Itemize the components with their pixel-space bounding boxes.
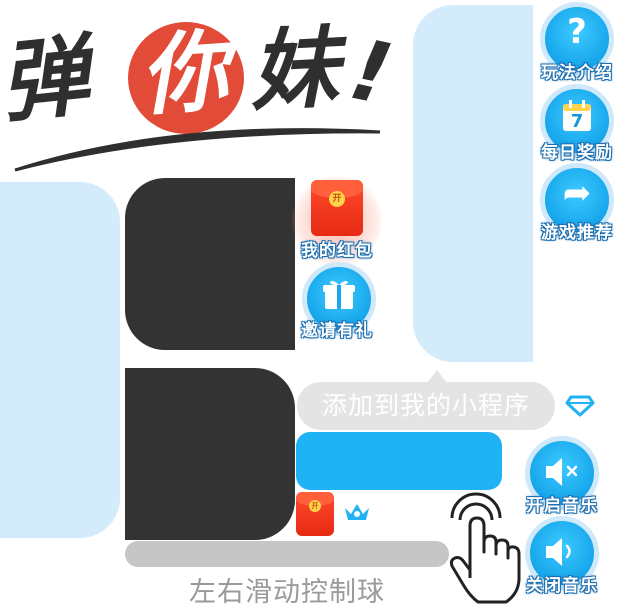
gift-icon bbox=[323, 280, 355, 309]
logo-char-2: 你 bbox=[136, 19, 232, 128]
small-red-envelope[interactable]: 开 bbox=[296, 492, 334, 536]
right-side-panel bbox=[413, 5, 533, 362]
how-to-play-label: 玩法介绍 bbox=[541, 63, 613, 83]
speaker-icon bbox=[546, 538, 571, 566]
dark-block-bottom bbox=[125, 368, 295, 540]
control-hint: 左右滑动控制球 bbox=[189, 577, 385, 608]
logo-swoosh bbox=[14, 128, 381, 172]
paddle-track[interactable] bbox=[125, 541, 449, 567]
tap-hand-icon bbox=[449, 492, 521, 604]
game-recommend-label: 游戏推荐 bbox=[541, 223, 613, 243]
logo-exclamation: ! bbox=[342, 20, 401, 124]
start-button[interactable] bbox=[296, 432, 502, 490]
diamond-icon bbox=[565, 395, 595, 417]
game-logo: 弹 你 妹 ! bbox=[0, 0, 420, 180]
question-icon: ? bbox=[567, 12, 587, 52]
daily-reward-label: 每日奖励 bbox=[541, 143, 613, 163]
sound-off-label: 关闭音乐 bbox=[526, 576, 598, 596]
logo-char-1: 弹 bbox=[0, 23, 94, 136]
calendar-day: 7 bbox=[570, 111, 584, 132]
envelope-seal: 开 bbox=[329, 191, 345, 207]
small-envelope-seal: 开 bbox=[309, 500, 321, 512]
my-red-envelope-label: 我的红包 bbox=[301, 241, 373, 261]
left-side-panel bbox=[0, 182, 120, 538]
logo-char-3: 妹 bbox=[247, 15, 341, 124]
add-mini-program-prompt[interactable]: 添加到我的小程序 bbox=[297, 382, 555, 430]
speaker-mute-icon bbox=[546, 458, 578, 486]
crown-icon bbox=[345, 504, 369, 520]
dark-block-top bbox=[125, 178, 295, 350]
sound-on-label: 开启音乐 bbox=[526, 496, 598, 516]
share-arrow-icon: ➦ bbox=[562, 173, 592, 213]
invite-gift-label: 邀请有礼 bbox=[301, 321, 373, 341]
my-red-envelope-button[interactable]: 开 bbox=[311, 180, 363, 236]
